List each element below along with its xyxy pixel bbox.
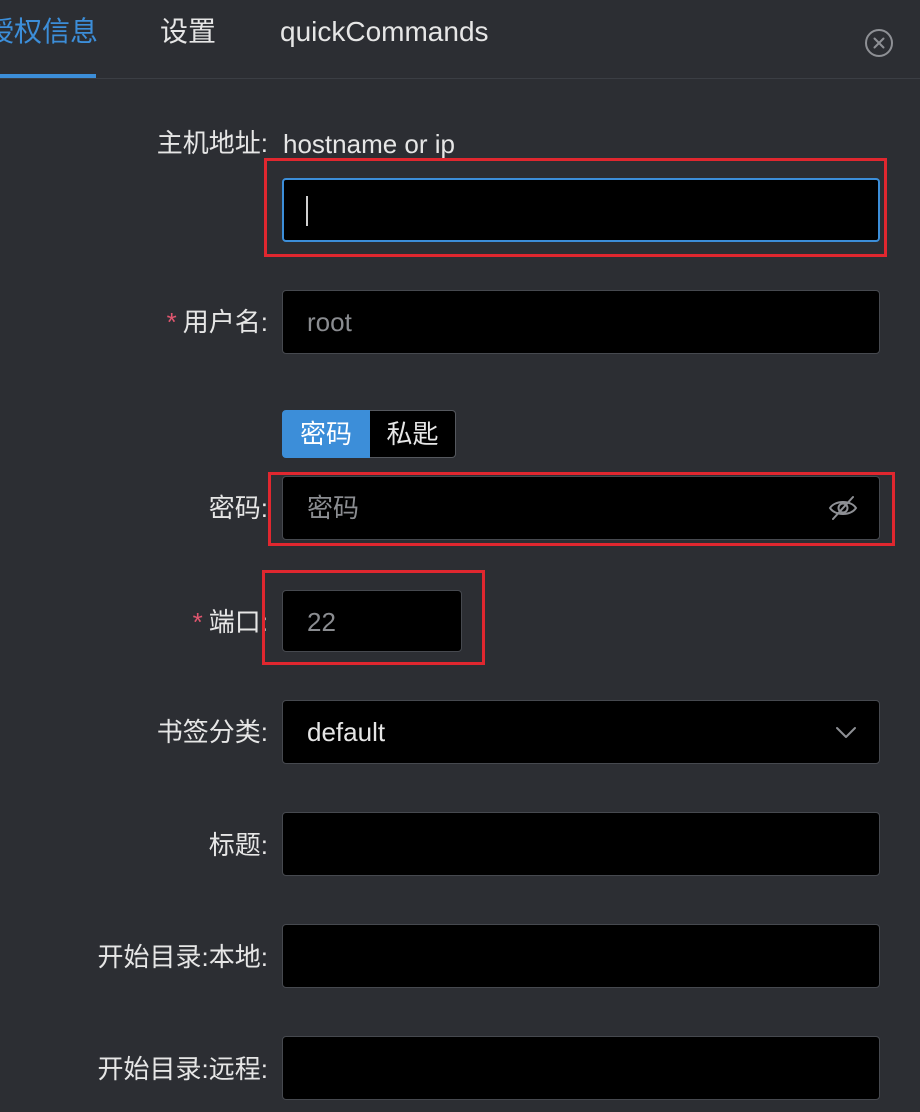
host-input[interactable] (282, 178, 880, 242)
port-input[interactable]: 22 (282, 590, 462, 652)
username-input[interactable]: root (282, 290, 880, 354)
chevron-down-icon (835, 723, 857, 741)
auth-type-key-button[interactable]: 私匙 (370, 410, 456, 458)
title-label: 标题: (208, 830, 268, 860)
tab-settings[interactable]: 设置 (160, 14, 216, 50)
auth-type-password-button[interactable]: 密码 (282, 410, 370, 458)
title-input[interactable] (282, 812, 880, 876)
port-label: * 端口: (193, 605, 268, 639)
category-value: default (307, 717, 386, 747)
port-placeholder: 22 (307, 607, 336, 637)
tab-bar: 授权信息 设置 quickCommands (0, 0, 920, 79)
category-label: 书签分类: (156, 717, 268, 747)
tab-quick-commands[interactable]: quickCommands (280, 14, 489, 50)
category-select[interactable]: default (282, 700, 880, 764)
remote-dir-label: 开始目录:远程: (97, 1054, 268, 1084)
username-label: * 用户名: (167, 305, 268, 339)
host-label: 主机地址: (156, 128, 268, 158)
local-dir-input[interactable] (282, 924, 880, 988)
password-placeholder: 密码 (307, 493, 360, 523)
username-placeholder: root (307, 307, 352, 337)
tab-auth-info[interactable]: 授权信息 (0, 14, 98, 50)
local-dir-label: 开始目录:本地: (97, 942, 268, 972)
password-label: 密码: (208, 493, 268, 523)
eye-invisible-icon[interactable] (827, 493, 859, 523)
close-icon[interactable] (864, 28, 894, 58)
remote-dir-input[interactable] (282, 1036, 880, 1100)
required-mark: * (192, 607, 203, 637)
password-input[interactable]: 密码 (282, 476, 880, 540)
active-tab-indicator (0, 74, 96, 78)
text-caret (306, 196, 308, 226)
username-label-text: 用户名: (182, 307, 268, 337)
port-label-text: 端口: (208, 607, 268, 637)
host-hint: hostname or ip (283, 129, 455, 159)
required-mark: * (166, 307, 177, 337)
